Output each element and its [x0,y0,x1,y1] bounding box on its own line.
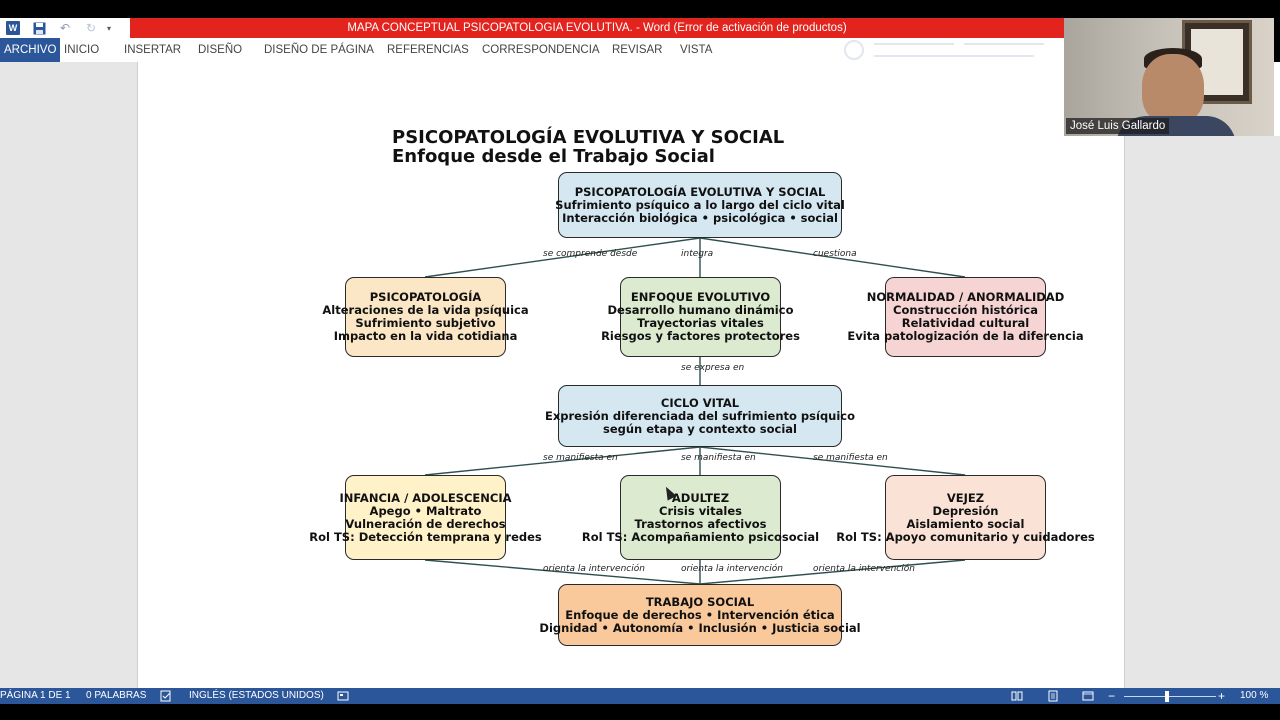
print-layout-icon[interactable] [1047,690,1059,702]
quick-access-toolbar: W ↶ ↻ ▾ [0,18,114,38]
document-workspace: PSICOPATOLOGÍA EVOLUTIVA Y SOCIAL Enfoqu… [0,62,1280,688]
edge-label-orienta-3: orienta la intervención [813,564,915,574]
node-trabajo-line: Dignidad • Autonomía • Inclusión • Justi… [539,620,861,635]
page-count[interactable]: PÁGINA 1 DE 1 [0,688,71,704]
edge-label-manifiesta-2: se manifiesta en [681,453,756,463]
tab-insertar[interactable]: INSERTAR [124,38,181,62]
node-ciclo-vital: CICLO VITAL Expresión diferenciada del s… [545,385,855,447]
tab-archivo[interactable]: ARCHIVO [0,38,61,62]
edge-label-manifiesta-1: se manifiesta en [543,453,618,463]
ribbon-decoration [834,38,1054,62]
node-infancia-line: Vulneración de derechos [345,516,506,531]
node-vejez: VEJEZ Depresión Aislamiento social Rol T… [836,475,1095,560]
node-vejez-title: VEJEZ [946,490,985,505]
node-adultez-line: Crisis vitales [659,503,742,518]
redo-icon[interactable]: ↻ [78,18,104,38]
edge-label-expresa: se expresa en [681,363,745,373]
node-enfoque-evolutivo: ENFOQUE EVOLUTIVO Desarrollo humano diná… [601,277,800,357]
node-infancia-title: INFANCIA / ADOLESCENCIA [339,490,512,505]
edge-label-integra: integra [681,249,714,259]
undo-icon[interactable]: ↶ [52,18,78,38]
zoom-in-button[interactable]: + [1218,688,1225,704]
zoom-slider-thumb[interactable] [1165,691,1169,702]
node-main-line: Interacción biológica • psicológica • so… [562,210,838,225]
node-adultez-line: Trastornos afectivos [634,516,767,531]
node-vejez-line: Rol TS: Apoyo comunitario y cuidadores [836,529,1095,544]
webcam-video: José Luis Gallardo [1064,18,1274,136]
title-bar: W ↶ ↻ ▾ MAPA CONCEPTUAL PSICOPATOLOGIA E… [0,18,1064,38]
node-infancia: INFANCIA / ADOLESCENCIA Apego • Maltrato… [309,475,542,560]
person-face [1142,54,1204,124]
tab-referencias[interactable]: REFERENCIAS [387,38,469,62]
edge-label-cuestiona: cuestiona [813,249,857,259]
macro-icon[interactable] [337,690,349,702]
word-letter: W [6,21,20,35]
node-main-title: PSICOPATOLOGÍA EVOLUTIVA Y SOCIAL [574,184,826,199]
tab-correspondencia[interactable]: CORRESPONDENCIA [482,38,600,62]
edge-label-orienta-2: orienta la intervención [681,564,783,574]
tab-diseno-pagina[interactable]: DISEÑO DE PÁGINA [264,38,374,62]
node-ciclo-title: CICLO VITAL [660,395,740,410]
tab-revisar[interactable]: REVISAR [612,38,663,62]
edge-label-manifiesta-3: se manifiesta en [813,453,888,463]
language-indicator[interactable]: INGLÉS (ESTADOS UNIDOS) [189,688,324,704]
top-black-border [0,0,1280,18]
node-psicopatologia: PSICOPATOLOGÍA Alteraciones de la vida p… [322,277,529,357]
node-psicopatologia-line: Impacto en la vida cotidiana [333,329,518,343]
tab-diseno[interactable]: DISEÑO [198,38,242,62]
tab-vista[interactable]: VISTA [680,38,712,62]
word-icon[interactable]: W [0,18,26,38]
node-main-line: Sufrimiento psíquico a lo largo del cicl… [555,197,845,212]
zoom-level[interactable]: 100 % [1240,688,1268,704]
node-main: PSICOPATOLOGÍA EVOLUTIVA Y SOCIAL Sufrim… [555,172,845,238]
node-adultez-line: Rol TS: Acompañamiento psicosocial [581,529,820,544]
status-bar: PÁGINA 1 DE 1 0 PALABRAS INGLÉS (ESTADOS… [0,688,1280,704]
node-trabajo-title: TRABAJO SOCIAL [645,594,755,609]
node-normalidad: NORMALIDAD / ANORMALIDAD Construcción hi… [847,277,1084,357]
node-ciclo-line: según etapa y contexto social [602,421,798,436]
edge-label-comprende: se comprende desde [543,249,638,259]
node-vejez-line: Aislamiento social [906,516,1025,531]
participant-name: José Luis Gallardo [1066,118,1170,134]
node-enfoque-line: Riesgos y factores protectores [601,329,800,343]
zoom-slider-track[interactable] [1124,696,1216,697]
read-mode-icon[interactable] [1011,690,1023,702]
node-trabajo-social: TRABAJO SOCIAL Enfoque de derechos • Int… [539,584,861,646]
node-adultez-title: ADULTEZ [671,490,730,505]
node-adultez: ADULTEZ Crisis vitales Trastornos afecti… [582,475,819,560]
edge-label-orienta-1: orienta la intervención [543,564,645,574]
node-infancia-line: Rol TS: Detección temprana y redes [309,529,542,544]
tab-inicio[interactable]: INICIO [64,38,99,62]
zoom-out-button[interactable]: − [1108,688,1115,704]
bottom-black-border [0,704,1280,720]
web-layout-icon[interactable] [1082,690,1094,702]
document-page[interactable]: PSICOPATOLOGÍA EVOLUTIVA Y SOCIAL Enfoqu… [137,62,1125,688]
node-vejez-line: Depresión [932,503,999,518]
node-trabajo-line: Enfoque de derechos • Intervención ética [565,607,835,622]
word-count[interactable]: 0 PALABRAS [86,688,146,704]
customize-icon[interactable]: ▾ [104,18,114,38]
ribbon-tabs: ARCHIVO INICIO INSERTAR DISEÑO DISEÑO DE… [0,38,1064,62]
node-infancia-line: Apego • Maltrato [369,503,482,518]
node-normalidad-line: Evita patologización de la diferencia [847,329,1084,343]
proofing-icon[interactable] [160,690,172,702]
node-ciclo-line: Expresión diferenciada del sufrimiento p… [544,408,856,423]
save-icon[interactable] [26,18,52,38]
window-title: MAPA CONCEPTUAL PSICOPATOLOGIA EVOLUTIVA… [130,18,1064,38]
